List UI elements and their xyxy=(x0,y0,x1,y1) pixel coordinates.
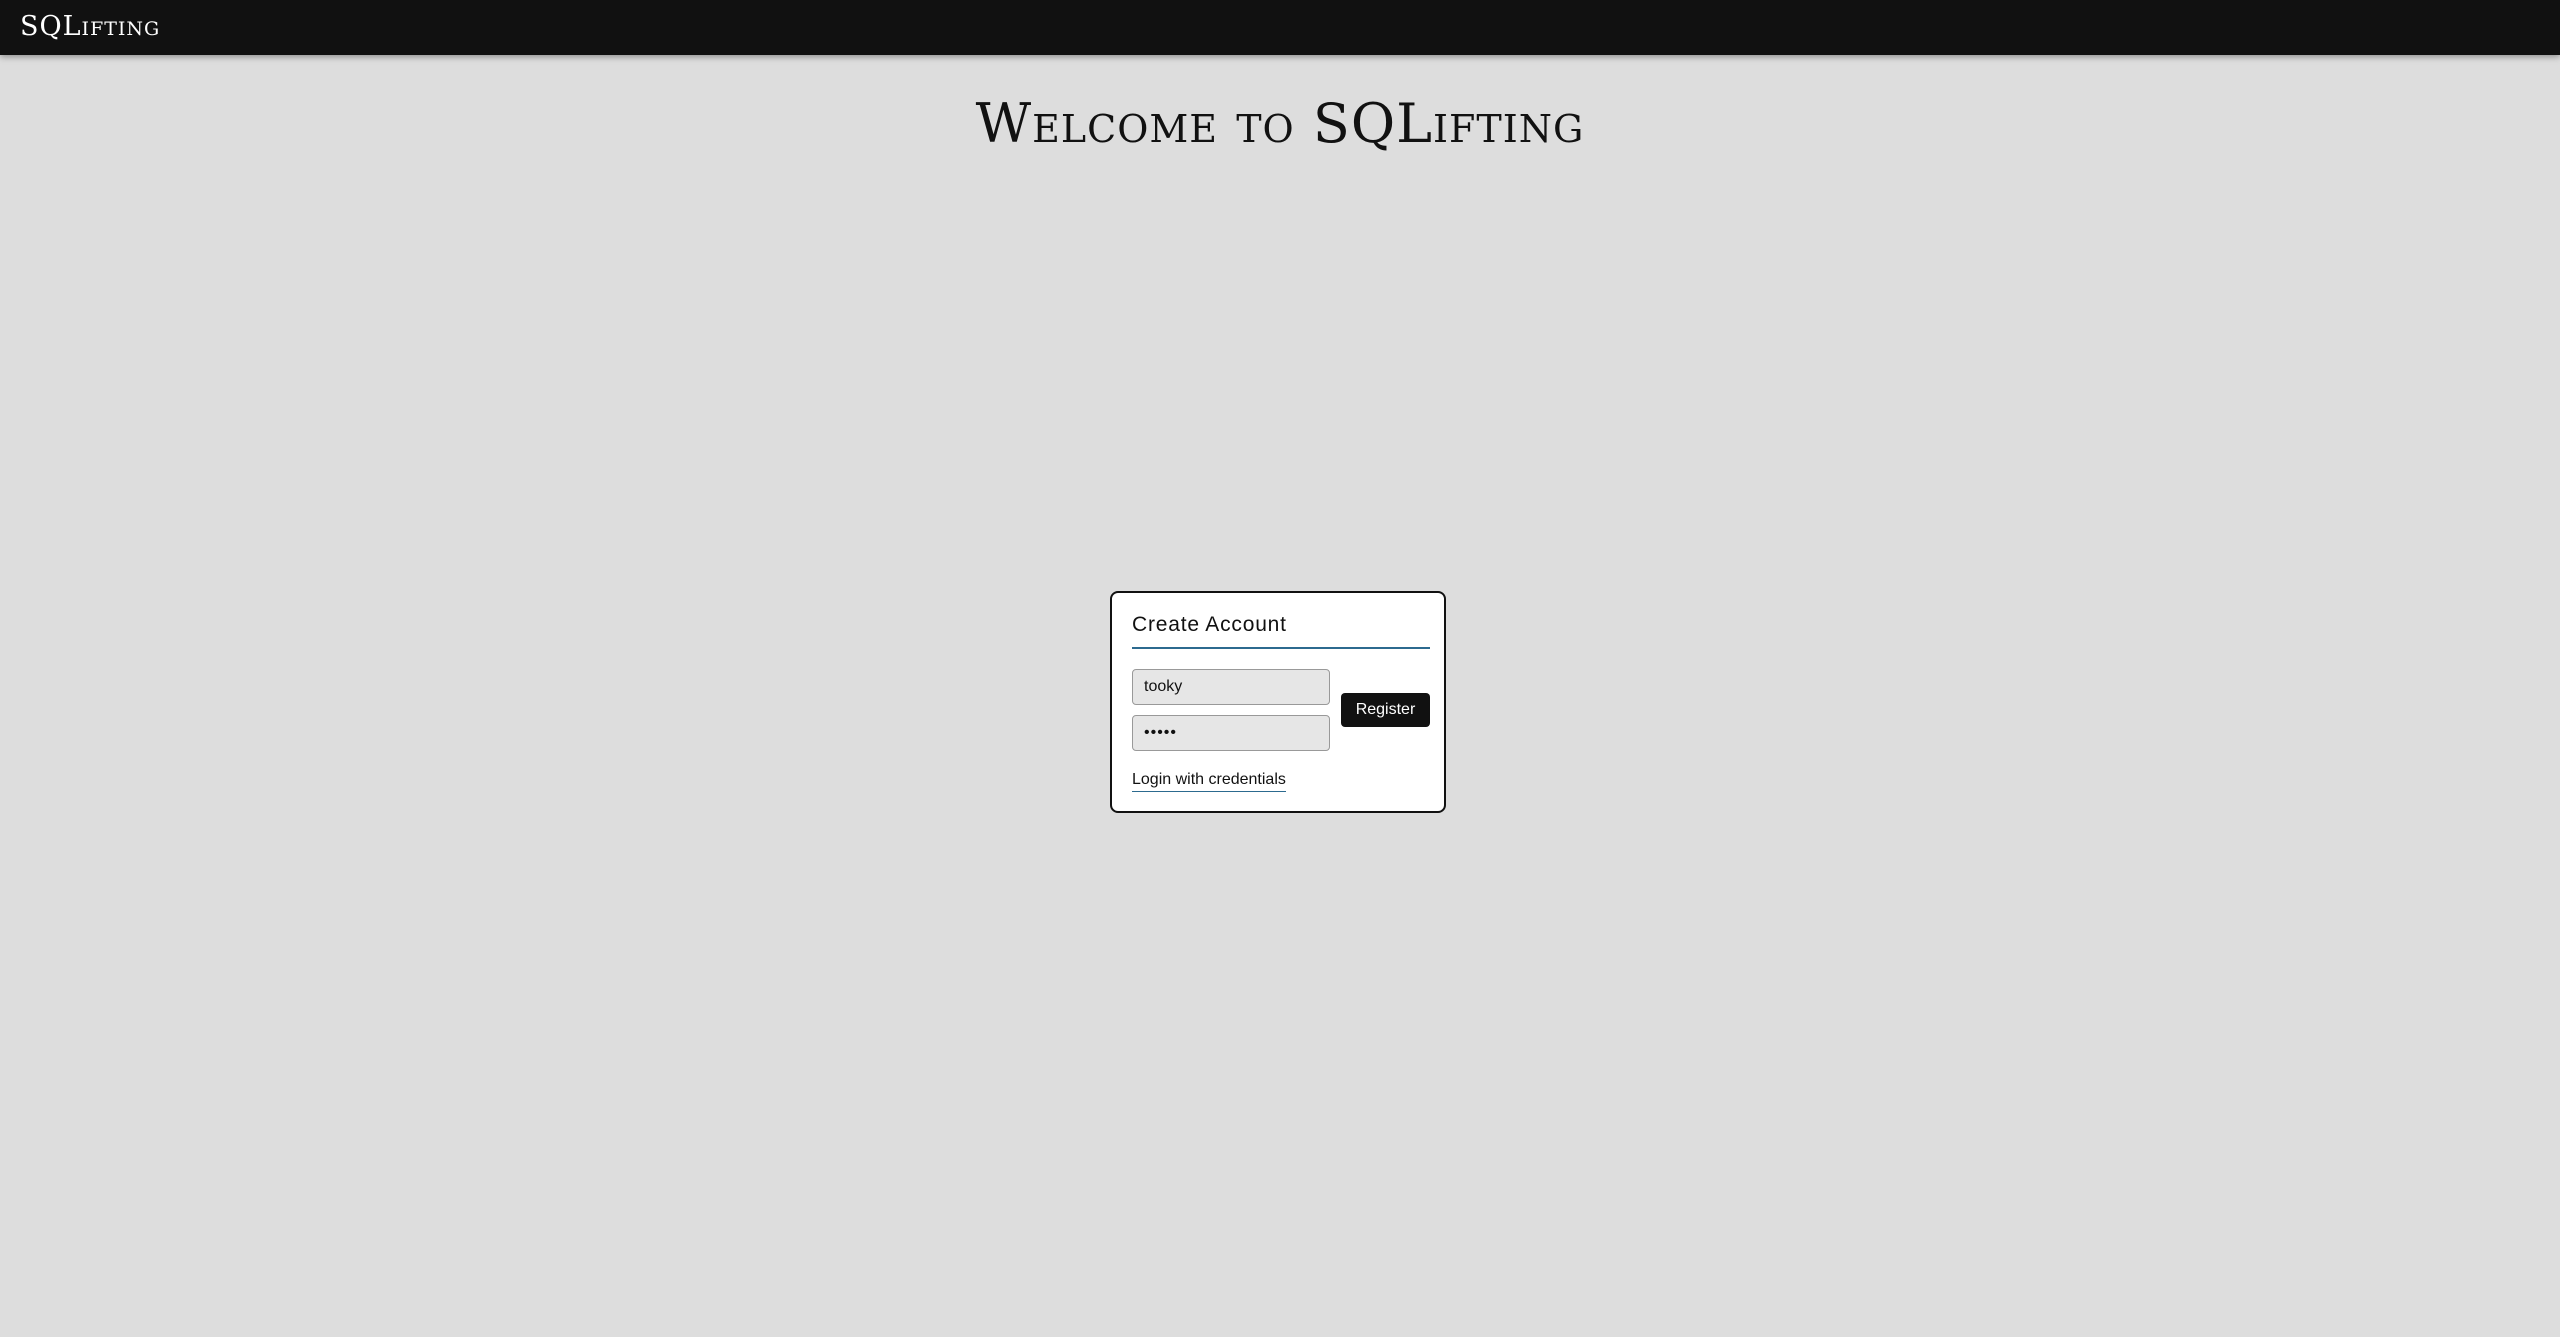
page-title: Welcome to SQLifting xyxy=(975,92,1585,155)
create-account-card: Create Account Register Login with crede… xyxy=(1110,591,1446,813)
register-button[interactable]: Register xyxy=(1341,693,1430,727)
card-title: Create Account xyxy=(1132,611,1430,649)
brand-logo-text[interactable]: SQLifting xyxy=(20,11,160,43)
username-input[interactable] xyxy=(1132,669,1330,705)
login-with-credentials-link[interactable]: Login with credentials xyxy=(1132,770,1286,792)
top-nav-bar: SQLifting xyxy=(0,0,2560,55)
password-input[interactable] xyxy=(1132,715,1330,751)
